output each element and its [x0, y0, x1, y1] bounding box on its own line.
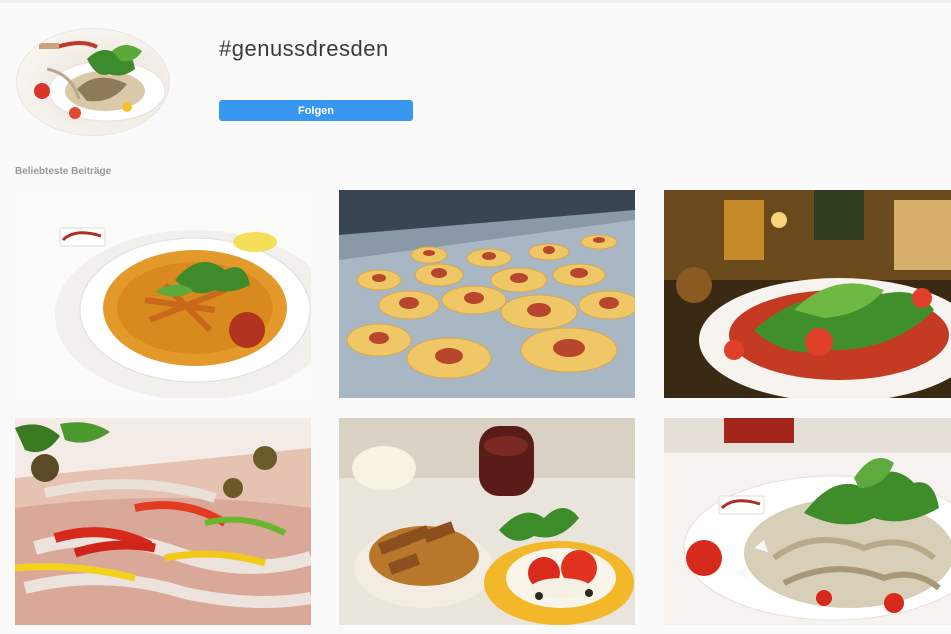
- soup-bowl-image: [15, 190, 311, 398]
- hashtag-page: #genussdresden Folgen Beliebteste Beiträ…: [0, 0, 951, 634]
- top-posts-heading: Beliebteste Beiträge: [15, 166, 112, 177]
- bread-caprese-image: [339, 418, 635, 625]
- post-thumbnail[interactable]: [664, 190, 951, 398]
- post-thumbnail[interactable]: [339, 190, 635, 398]
- carpaccio-image: [15, 418, 311, 625]
- post-thumbnail[interactable]: [339, 418, 635, 625]
- food-plate-icon: [34, 41, 166, 122]
- salad-plate-image: [664, 190, 951, 398]
- hashtag-title: #genussdresden: [219, 36, 389, 61]
- post-thumbnail[interactable]: [15, 418, 311, 625]
- post-thumbnail[interactable]: [664, 418, 951, 625]
- hashtag-avatar: [16, 28, 170, 136]
- ravioli-dough-image: [339, 190, 635, 398]
- pasta-salad-image: [664, 418, 951, 625]
- follow-button[interactable]: Folgen: [219, 100, 413, 121]
- top-border: [0, 0, 951, 3]
- post-thumbnail[interactable]: [15, 190, 311, 398]
